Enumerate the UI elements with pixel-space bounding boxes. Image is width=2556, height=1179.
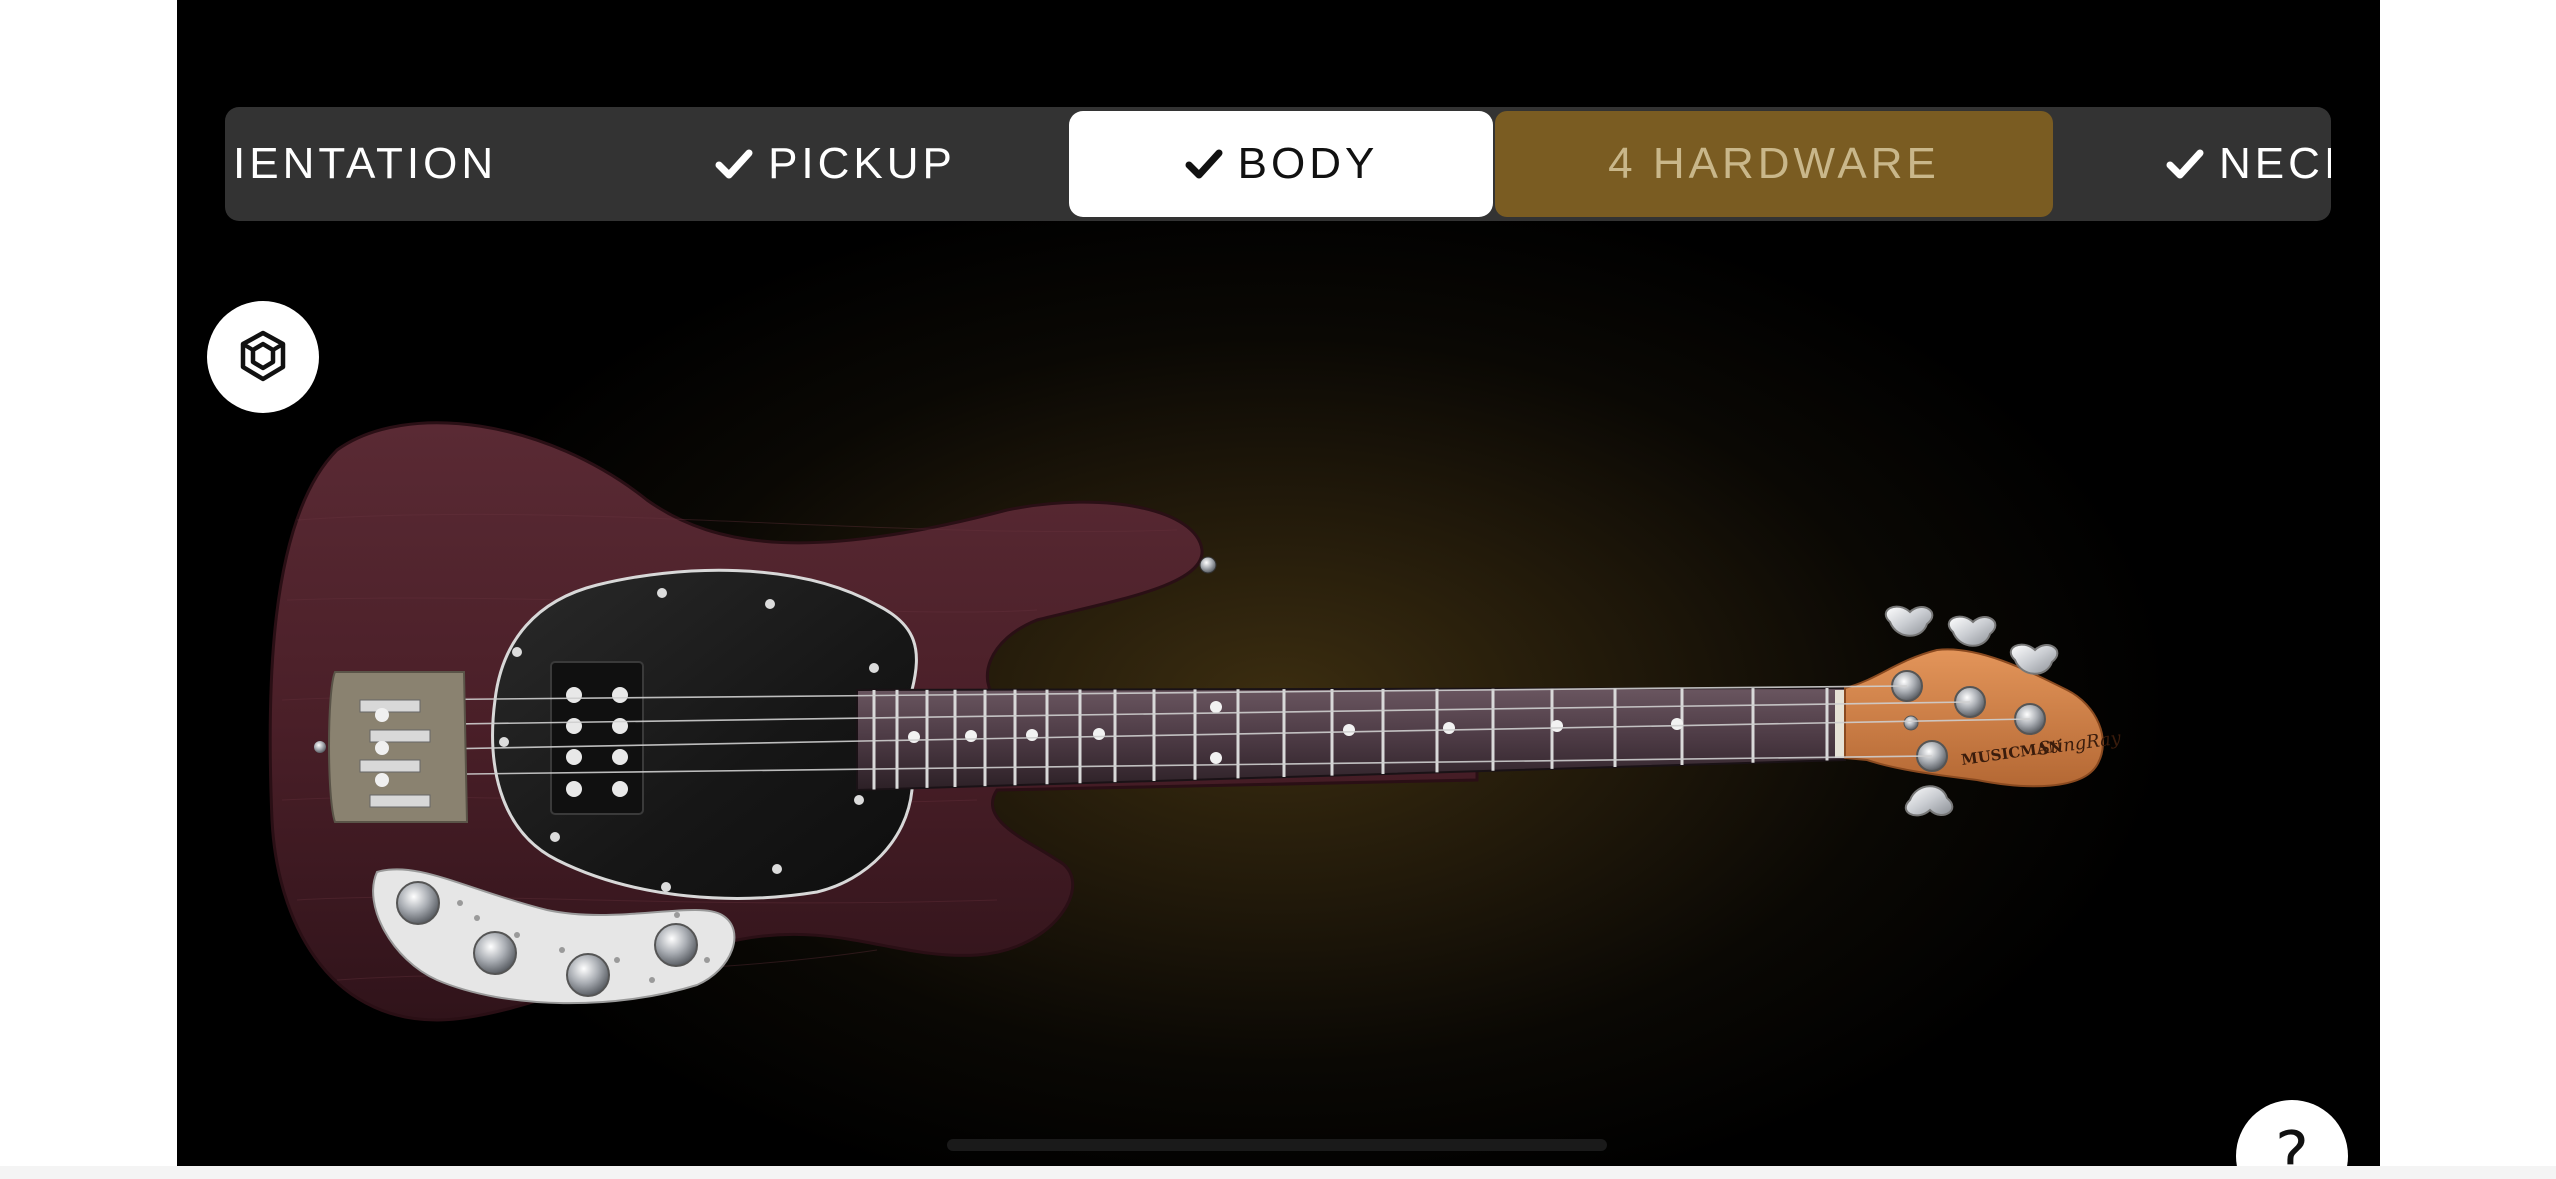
strap-button (1199, 556, 1217, 574)
bottom-strip (0, 1166, 2556, 1179)
question-mark-icon: ? (2275, 1119, 2309, 1166)
bridge (328, 671, 469, 823)
home-indicator (947, 1139, 1607, 1151)
configurator-viewport[interactable]: IENTATION PICKUP BODY 4 HARDWARE NECI MU… (177, 0, 2380, 1166)
bass-guitar-model[interactable]: MUSICMAN StingRay (177, 0, 2380, 1166)
humbucker-pickup (550, 661, 644, 815)
strap-button (314, 741, 326, 753)
